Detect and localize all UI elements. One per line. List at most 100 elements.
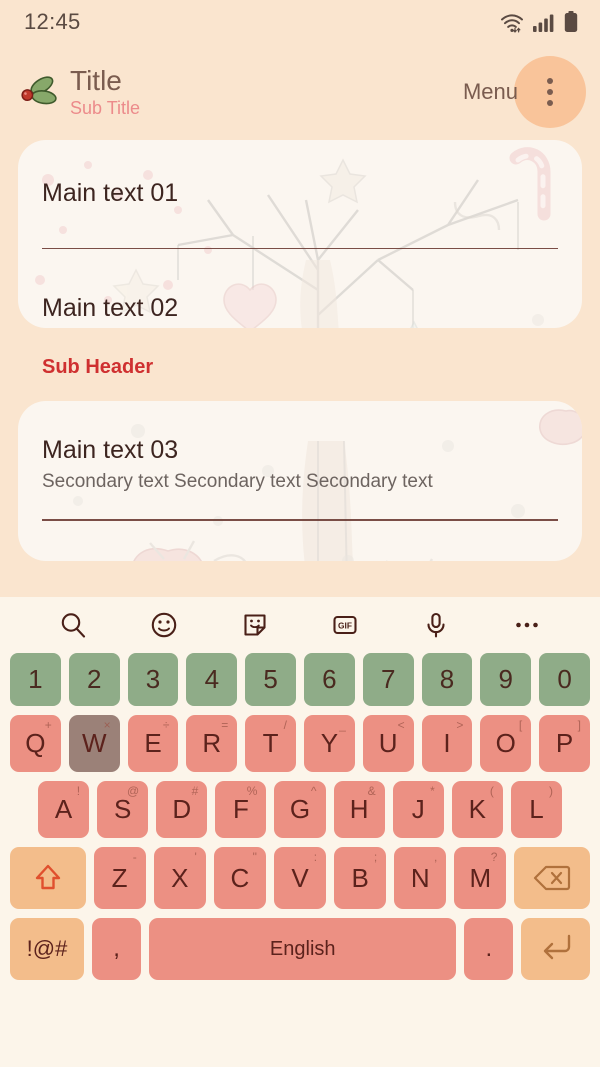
period-key[interactable]: .: [464, 918, 514, 980]
list-card-two: Main text 03 Secondary text Secondary te…: [18, 401, 582, 561]
list-card-one: Main text 01 Main text 02: [18, 140, 582, 328]
key-y[interactable]: _ Y: [304, 715, 355, 772]
key-b[interactable]: ; B: [334, 847, 387, 909]
key-r-alt: =: [221, 718, 229, 732]
key-g[interactable]: ^ G: [274, 781, 326, 838]
enter-return-icon: [538, 930, 574, 969]
key-a[interactable]: ! A: [38, 781, 90, 838]
key-v[interactable]: :V: [273, 847, 327, 909]
key-z[interactable]: -Z: [93, 847, 146, 909]
key-z-label: Z: [111, 862, 128, 893]
key-2[interactable]: 2: [68, 653, 120, 706]
key-q-alt: +: [44, 718, 52, 732]
comma-key[interactable]: ,: [91, 918, 142, 980]
row-divider: [42, 247, 558, 249]
wifi-icon: [500, 13, 524, 33]
key-d-alt: #: [191, 784, 199, 798]
key-l[interactable]: ) L: [510, 781, 562, 838]
holly-leaf-icon: [16, 69, 62, 115]
keyboard-row-numbers: 1 2 3 4 5 6 7 8 9 0: [6, 653, 594, 706]
key-6[interactable]: 6: [304, 653, 355, 706]
key-n[interactable]: ,N: [394, 847, 447, 909]
key-s[interactable]: @ S: [97, 781, 149, 838]
key-o-alt: [: [518, 718, 523, 732]
gif-icon[interactable]: GIF: [330, 610, 360, 640]
search-icon[interactable]: [58, 610, 88, 640]
key-u[interactable]: < U: [362, 715, 414, 772]
key-d-label: D: [172, 794, 192, 824]
key-o[interactable]: [O: [480, 715, 532, 772]
status-time: 12:45: [24, 9, 81, 34]
list-item[interactable]: Main text 03 Secondary text Secondary te…: [18, 401, 582, 493]
key-w-alt: ×: [103, 718, 111, 732]
enter-key[interactable]: [521, 918, 590, 980]
key-4[interactable]: 4: [186, 653, 238, 706]
key-t-label: T: [262, 728, 279, 758]
key-m-label: M: [469, 862, 492, 893]
key-w[interactable]: × W: [68, 715, 120, 772]
key-9[interactable]: 9: [480, 653, 532, 706]
overflow-menu-button[interactable]: [514, 56, 586, 128]
key-3[interactable]: 3: [127, 653, 179, 706]
app-bar-actions: Menu: [463, 56, 586, 128]
more-horizontal-icon[interactable]: [512, 610, 542, 640]
key-8[interactable]: 8: [421, 653, 473, 706]
key-x-alt: ': [194, 850, 197, 864]
key-p[interactable]: ] P: [539, 715, 590, 772]
key-i-alt: >: [456, 718, 464, 732]
sub-header: Sub Header: [42, 356, 154, 378]
key-c-label: C: [230, 862, 250, 893]
key-b-alt: ;: [373, 850, 378, 864]
phone-screen: 12:45 Title Sub Title Menu Main text 01 …: [0, 0, 600, 1067]
key-p-label: P: [555, 728, 574, 758]
shift-arrow-icon: [31, 861, 65, 895]
key-1[interactable]: 1: [10, 653, 61, 706]
key-t[interactable]: / T: [245, 715, 296, 772]
key-x[interactable]: ' X: [153, 847, 206, 909]
list-item[interactable]: Main text 01: [18, 140, 582, 208]
key-a-label: A: [54, 794, 73, 824]
key-g-alt: ^: [310, 784, 317, 798]
key-q-label: Q: [25, 728, 46, 758]
key-b-label: B: [351, 862, 369, 893]
space-key[interactable]: English: [149, 918, 457, 980]
list-item[interactable]: Main text 04: [18, 521, 582, 561]
keyboard-row-top: + Q × W ÷ E = R / T _ Y < U > I [O ] P: [6, 715, 594, 772]
backspace-key[interactable]: [514, 847, 591, 909]
key-j-alt: *: [430, 784, 435, 798]
key-r[interactable]: = R: [186, 715, 238, 772]
symbols-key[interactable]: !@#: [10, 918, 84, 980]
page-title: Title: [70, 64, 122, 96]
key-d[interactable]: # D: [156, 781, 208, 838]
key-k[interactable]: (K: [451, 781, 503, 838]
shift-key[interactable]: [9, 847, 86, 909]
key-f-alt: %: [246, 784, 258, 798]
key-m[interactable]: ? M: [454, 847, 507, 909]
key-c[interactable]: " C: [213, 847, 266, 909]
list-item[interactable]: Main text 02: [18, 249, 582, 323]
key-g-label: G: [289, 794, 311, 824]
key-e-label: E: [144, 728, 162, 758]
key-i[interactable]: > I: [421, 715, 473, 772]
sticker-icon[interactable]: [240, 610, 270, 640]
key-5[interactable]: 5: [245, 653, 296, 706]
key-h[interactable]: & H: [333, 781, 385, 838]
key-r-label: R: [202, 728, 222, 758]
key-7[interactable]: 7: [362, 653, 414, 706]
key-e[interactable]: ÷ E: [127, 715, 179, 772]
key-j[interactable]: * J: [392, 781, 444, 838]
key-0[interactable]: 0: [539, 653, 590, 706]
cellular-signal-icon: [533, 13, 555, 33]
menu-label[interactable]: Menu: [463, 79, 518, 105]
microphone-icon[interactable]: [421, 610, 451, 640]
list-item-title: Main text 03: [42, 436, 179, 464]
key-h-label: H: [349, 794, 369, 824]
list-item-secondary: Secondary text Secondary text Secondary …: [42, 470, 433, 492]
key-q[interactable]: + Q: [10, 715, 61, 772]
app-title-group: Title Sub Title: [70, 64, 140, 119]
key-f[interactable]: % F: [215, 781, 267, 838]
key-x-label: X: [171, 862, 189, 893]
emoji-icon[interactable]: [149, 610, 179, 640]
key-o-label: O: [495, 728, 516, 758]
app-bar: Title Sub Title Menu: [0, 44, 600, 140]
